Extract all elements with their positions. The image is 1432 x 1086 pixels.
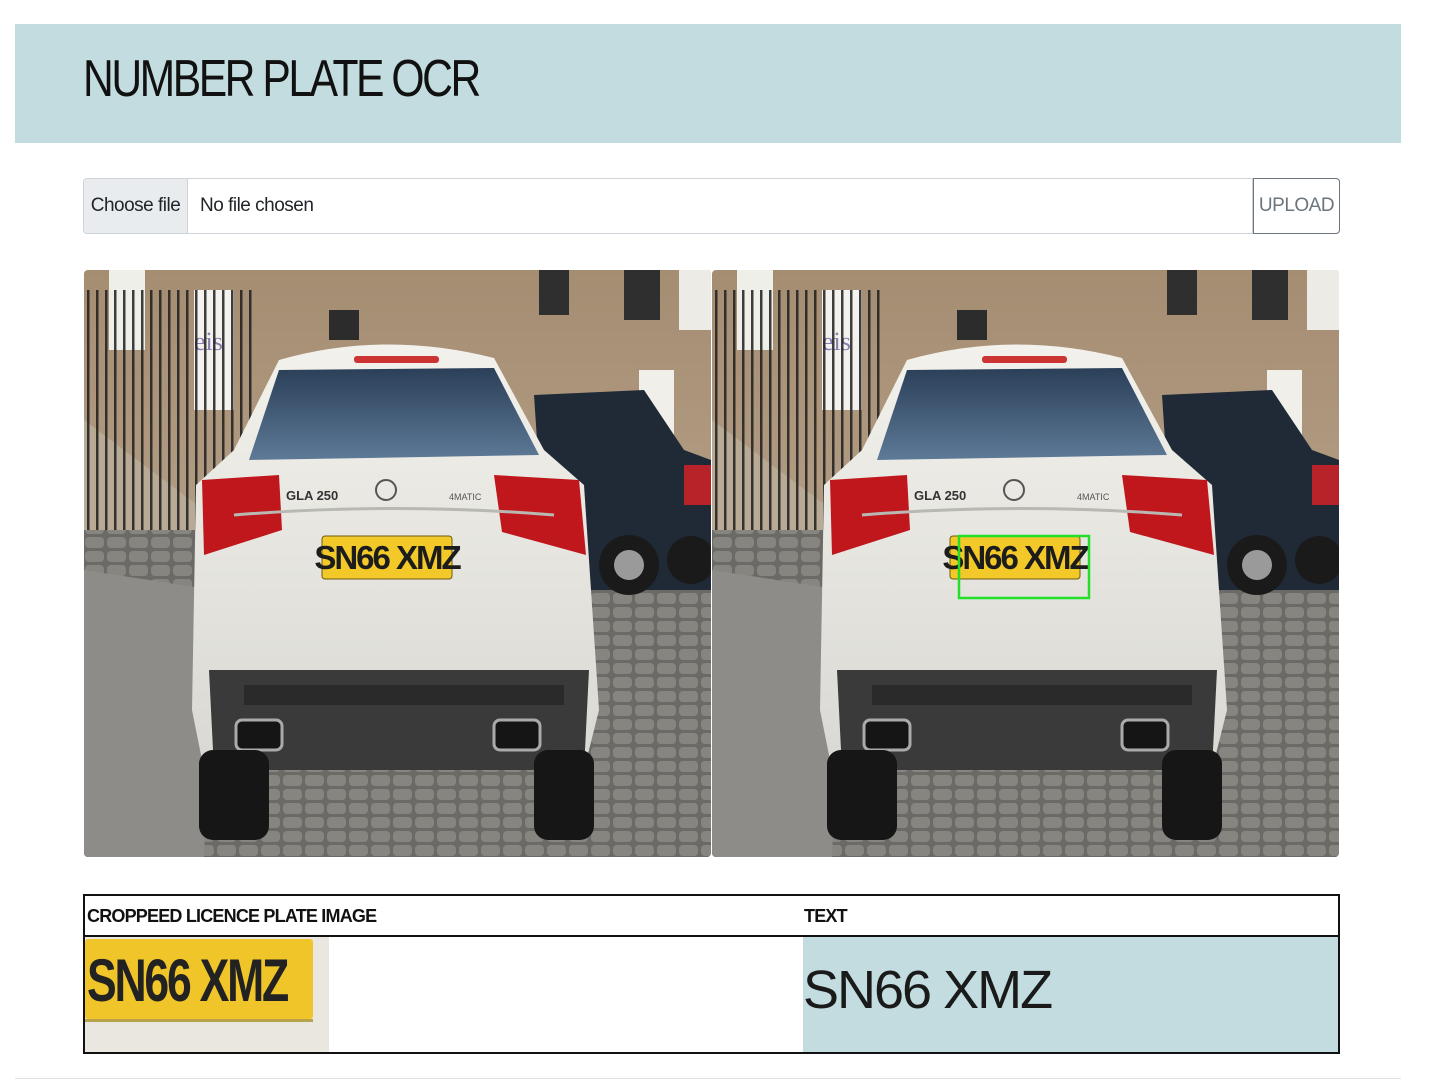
column-header-cropped: CROPPEED LICENCE PLATE IMAGE [87, 906, 377, 926]
number-plate: SN66 XMZ [314, 539, 461, 576]
recognized-text-cell: SN66 XMZ [803, 937, 1338, 1052]
original-car-image: eis GLA 250 4MATIC SN66 XMZ [84, 270, 711, 857]
upload-button[interactable]: UPLOAD [1253, 178, 1340, 234]
number-plate: SN66 XMZ [942, 539, 1089, 576]
cropped-plate-image: SN66 XMZ [85, 937, 329, 1052]
page-header: NUMBER PLATE OCR [15, 24, 1401, 143]
bottom-divider [15, 1078, 1401, 1079]
model-badge: GLA 250 [286, 488, 338, 503]
file-status-text: No file chosen [200, 195, 314, 216]
choose-file-button[interactable]: Choose file [84, 179, 188, 233]
results-table: CROPPEED LICENCE PLATE IMAGE TEXT SN66 X… [83, 894, 1340, 1054]
results-header-row: CROPPEED LICENCE PLATE IMAGE TEXT [85, 896, 1338, 937]
detected-car-image: eis GLA 250 4MATIC SN66 XMZ [712, 270, 1339, 857]
model-badge: GLA 250 [914, 488, 966, 503]
drive-badge: 4MATIC [1077, 492, 1110, 502]
recognized-plate-text: SN66 XMZ [803, 960, 1053, 1020]
cropped-plate-text: SN66 XMZ [87, 947, 288, 1014]
upload-form: Choose file No file chosen UPLOAD [83, 178, 1340, 234]
drive-badge: 4MATIC [449, 492, 482, 502]
page-title: NUMBER PLATE OCR [83, 50, 481, 108]
file-input[interactable]: Choose file No file chosen [83, 178, 1253, 234]
column-header-text: TEXT [804, 906, 848, 926]
